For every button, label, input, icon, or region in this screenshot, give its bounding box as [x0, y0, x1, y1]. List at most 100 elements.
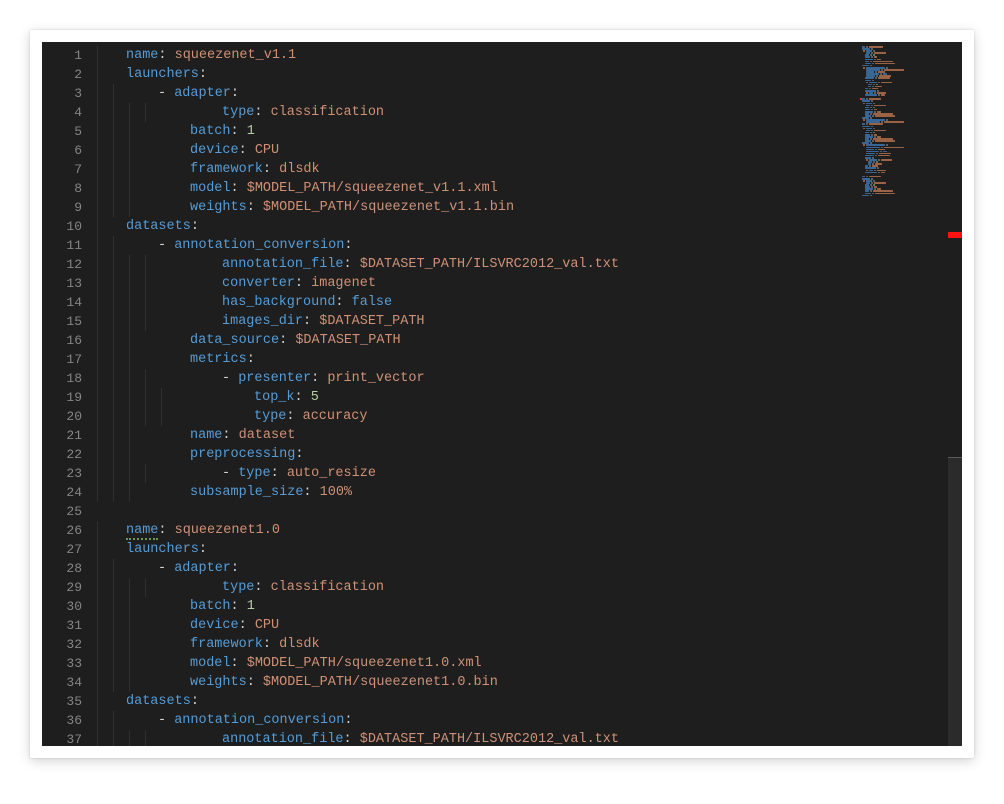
code-line[interactable]: framework: dlsdk [94, 160, 962, 179]
code-line[interactable]: model: $MODEL_PATH/squeezenet_v1.1.xml [94, 179, 962, 198]
code-line[interactable]: device: CPU [94, 616, 962, 635]
token: converter [222, 276, 295, 291]
token: type [222, 105, 254, 120]
line-number: 37 [42, 730, 90, 746]
code-line[interactable]: top_k: 5 [94, 388, 962, 407]
token: 100% [320, 485, 352, 500]
token: preprocessing [190, 447, 295, 462]
token: 5 [311, 390, 319, 405]
code-area[interactable]: name: squeezenet_v1.1launchers:- adapter… [94, 46, 962, 746]
line-number: 25 [42, 502, 90, 521]
token: : [254, 105, 270, 120]
line-number: 29 [42, 578, 90, 597]
token: $MODEL_PATH/squeezenet_v1.1.xml [247, 181, 498, 196]
code-line[interactable]: metrics: [94, 350, 962, 369]
token: : [279, 333, 295, 348]
code-line[interactable]: has_background: false [94, 293, 962, 312]
token: print_vector [327, 371, 424, 386]
token: : [231, 124, 247, 139]
token: : [158, 523, 174, 538]
code-line[interactable]: data_source: $DATASET_PATH [94, 331, 962, 350]
code-editor[interactable]: 1234567891011121314151617181920212223242… [42, 42, 962, 746]
line-number: 11 [42, 236, 90, 255]
scrollbar-viewport-border-top [948, 457, 962, 458]
code-line[interactable]: converter: imagenet [94, 274, 962, 293]
token: - [222, 371, 238, 386]
line-number: 16 [42, 331, 90, 350]
scrollbar-error-marker [948, 232, 962, 238]
vertical-scrollbar[interactable] [948, 42, 962, 746]
token: : [254, 580, 270, 595]
token: : [231, 86, 239, 101]
code-line[interactable]: - adapter: [94, 559, 962, 578]
token: 1 [247, 599, 255, 614]
code-line[interactable]: batch: 1 [94, 122, 962, 141]
code-line[interactable]: device: CPU [94, 141, 962, 160]
code-line[interactable]: - presenter: print_vector [94, 369, 962, 388]
code-line[interactable]: launchers: [94, 540, 962, 559]
token: : [295, 276, 311, 291]
token: : [247, 352, 255, 367]
code-line[interactable]: datasets: [94, 217, 962, 236]
code-line[interactable]: subsample_size: 100% [94, 483, 962, 502]
token: presenter [238, 371, 311, 386]
code-line[interactable]: framework: dlsdk [94, 635, 962, 654]
code-line[interactable]: annotation_file: $DATASET_PATH/ILSVRC201… [94, 255, 962, 274]
line-number: 28 [42, 559, 90, 578]
token: : [158, 48, 174, 63]
token: - [222, 466, 238, 481]
token: : [303, 314, 319, 329]
token: : [247, 200, 263, 215]
code-line[interactable]: - annotation_conversion: [94, 236, 962, 255]
token: weights [190, 200, 247, 215]
scrollbar-viewport-region[interactable] [948, 457, 962, 746]
code-line[interactable]: - adapter: [94, 84, 962, 103]
minimap[interactable] [860, 46, 948, 196]
token: : [335, 295, 351, 310]
code-line[interactable]: type: classification [94, 103, 962, 122]
code-line[interactable]: type: accuracy [94, 407, 962, 426]
token: framework [190, 637, 263, 652]
token: : [239, 618, 255, 633]
code-line[interactable]: datasets: [94, 692, 962, 711]
code-line[interactable]: - type: auto_resize [94, 464, 962, 483]
code-line[interactable]: name: squeezenet_v1.1 [94, 46, 962, 65]
code-line[interactable]: type: classification [94, 578, 962, 597]
code-line[interactable]: name: dataset [94, 426, 962, 445]
line-number: 14 [42, 293, 90, 312]
code-line[interactable]: model: $MODEL_PATH/squeezenet1.0.xml [94, 654, 962, 673]
code-line[interactable]: annotation_file: $DATASET_PATH/ILSVRC201… [94, 730, 962, 746]
token: : [271, 466, 287, 481]
token: $DATASET_PATH/ILSVRC2012_val.txt [360, 257, 619, 272]
token: name [126, 48, 158, 63]
token: adapter [174, 561, 231, 576]
token: type [238, 466, 270, 481]
code-line[interactable]: weights: $MODEL_PATH/squeezenet1.0.bin [94, 673, 962, 692]
token: has_background [222, 295, 335, 310]
code-line[interactable]: weights: $MODEL_PATH/squeezenet_v1.1.bin [94, 198, 962, 217]
code-line[interactable]: images_dir: $DATASET_PATH [94, 312, 962, 331]
line-number: 4 [42, 103, 90, 122]
token: false [352, 295, 393, 310]
code-line[interactable]: preprocessing: [94, 445, 962, 464]
token: datasets [126, 694, 191, 709]
code-line[interactable]: launchers: [94, 65, 962, 84]
code-line[interactable]: batch: 1 [94, 597, 962, 616]
token: subsample_size [190, 485, 303, 500]
line-number: 22 [42, 445, 90, 464]
token: weights [190, 675, 247, 690]
token: $MODEL_PATH/squeezenet1.0.xml [247, 656, 482, 671]
code-line[interactable] [94, 502, 962, 521]
token: datasets [126, 219, 191, 234]
code-line[interactable]: name: squeezenet1.0 [94, 521, 962, 540]
token: : [231, 599, 247, 614]
token: : [199, 542, 207, 557]
token: CPU [255, 618, 279, 633]
token: : [263, 162, 279, 177]
line-number: 18 [42, 369, 90, 388]
code-line[interactable]: - annotation_conversion: [94, 711, 962, 730]
token: device [190, 618, 239, 633]
line-number: 21 [42, 426, 90, 445]
token: metrics [190, 352, 247, 367]
token: : [344, 238, 352, 253]
